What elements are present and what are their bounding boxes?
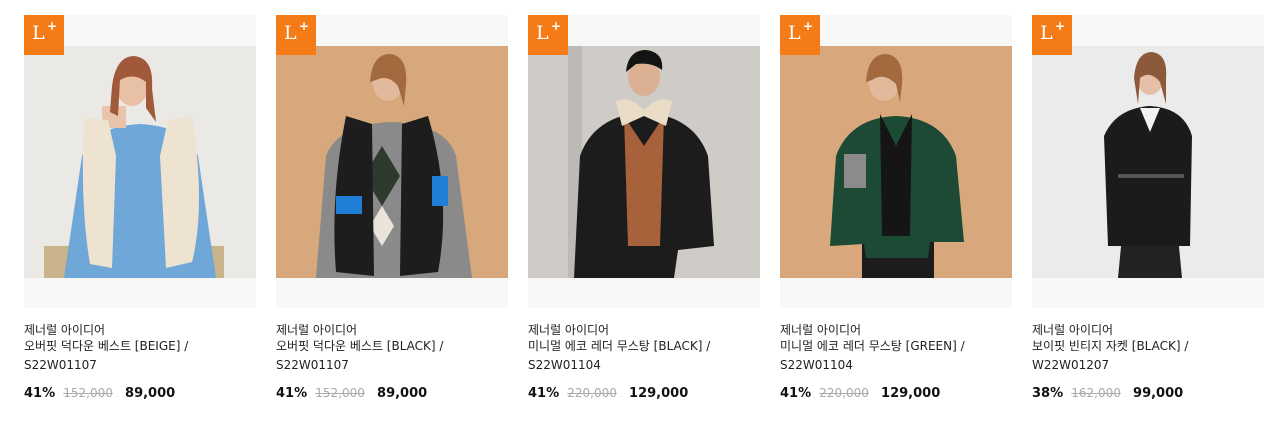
price-row: 41% 220,000 129,000 (528, 384, 688, 403)
original-price: 220,000 (819, 386, 869, 400)
product-thumbnail[interactable]: L + (528, 15, 760, 308)
product-image (276, 46, 508, 278)
product-card[interactable]: L + 제너럴 아이디어 미니멀 에코 레더 무스탕 [GREEN] / S22W… (780, 15, 1012, 401)
discount-rate: 41% (528, 386, 560, 401)
product-card[interactable]: L + 제너럴 아이디어 미니멀 에코 레더 무스탕 [BLACK] / S22W… (528, 15, 760, 401)
sale-price: 129,000 (629, 386, 689, 401)
original-price: 152,000 (63, 386, 113, 400)
discount-rate: 41% (24, 386, 56, 401)
original-price: 220,000 (567, 386, 617, 400)
discount-rate: 41% (276, 386, 308, 401)
original-price: 152,000 (315, 386, 365, 400)
price-row: 41% 220,000 129,000 (780, 384, 940, 403)
sale-price: 129,000 (881, 386, 941, 401)
price-row: 41% 152,000 89,000 (24, 384, 175, 403)
product-thumbnail[interactable]: L + (276, 15, 508, 308)
product-image (780, 46, 1012, 278)
price-row: 38% 162,000 99,000 (1032, 384, 1183, 403)
l-plus-badge-icon: L + (780, 15, 820, 55)
l-plus-badge-icon: L + (528, 15, 568, 55)
l-plus-badge-icon: L + (1032, 15, 1072, 55)
product-thumbnail[interactable]: L + (780, 15, 1012, 308)
l-plus-badge-icon: L + (276, 15, 316, 55)
price-row: 41% 152,000 89,000 (276, 384, 427, 403)
product-image (1032, 46, 1264, 278)
product-name[interactable]: 오버핏 덕다운 베스트 [BLACK] / S22W01107 (276, 337, 502, 375)
sale-price: 99,000 (1133, 386, 1184, 401)
product-card[interactable]: L + 제너럴 아이디어 오버핏 덕다운 베스트 [BLACK] / S22W01… (276, 15, 508, 401)
sale-price: 89,000 (377, 386, 428, 401)
product-image (528, 46, 760, 278)
sale-price: 89,000 (125, 386, 176, 401)
product-image (24, 46, 256, 278)
product-name[interactable]: 미니멀 에코 레더 무스탕 [GREEN] / S22W01104 (780, 337, 1006, 375)
product-thumbnail[interactable]: L + (1032, 15, 1264, 308)
product-name[interactable]: 보이핏 빈티지 자켓 [BLACK] / W22W01207 (1032, 337, 1258, 375)
product-grid: L + 제너럴 아이디어 오버핏 덕다운 베스트 [BEIGE] / S22W01… (0, 0, 1281, 431)
discount-rate: 38% (1032, 386, 1064, 401)
l-plus-badge-icon: L + (24, 15, 64, 55)
original-price: 162,000 (1071, 386, 1121, 400)
product-name[interactable]: 오버핏 덕다운 베스트 [BEIGE] / S22W01107 (24, 337, 250, 375)
discount-rate: 41% (780, 386, 812, 401)
product-card[interactable]: L + 제너럴 아이디어 오버핏 덕다운 베스트 [BEIGE] / S22W01… (24, 15, 256, 401)
product-name[interactable]: 미니멀 에코 레더 무스탕 [BLACK] / S22W01104 (528, 337, 754, 375)
product-thumbnail[interactable]: L + (24, 15, 256, 308)
product-card[interactable]: L + 제너럴 아이디어 보이핏 빈티지 자켓 [BLACK] / W22W012… (1032, 15, 1264, 401)
